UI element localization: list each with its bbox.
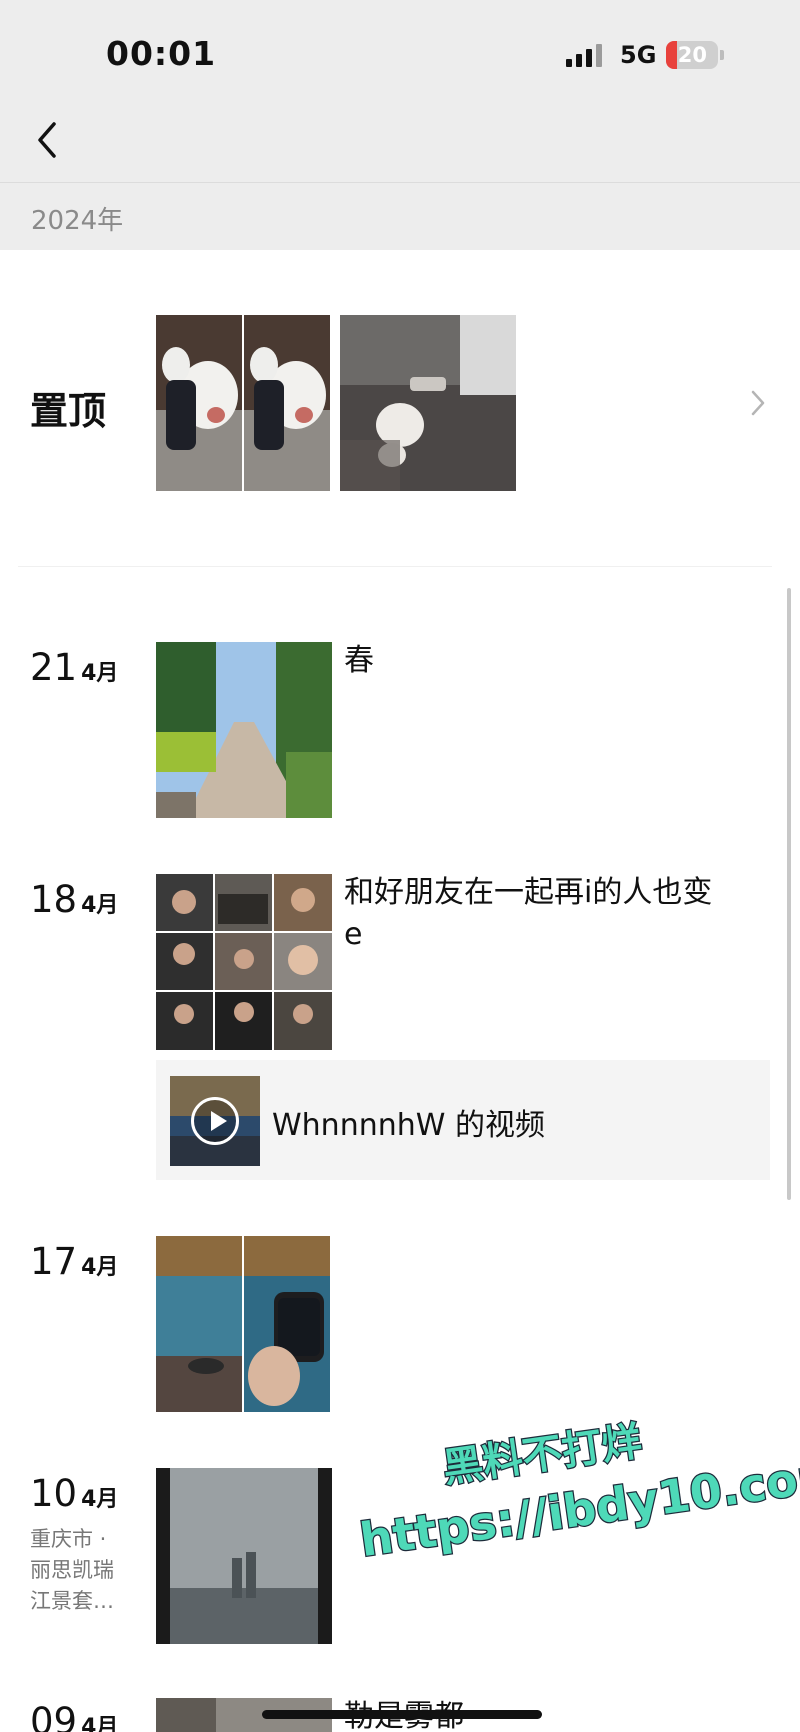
post-date: 21 4月 bbox=[30, 646, 119, 689]
pinned-photo-3[interactable] bbox=[340, 315, 516, 491]
pinned-more-button[interactable] bbox=[748, 388, 768, 422]
post-caption: 和好朋友在一起再i的人也变 e bbox=[344, 875, 713, 952]
video-thumbnail bbox=[170, 1076, 260, 1166]
post-date: 18 4月 bbox=[30, 878, 119, 921]
back-button[interactable] bbox=[20, 112, 76, 168]
post-date: 09 4月 bbox=[30, 1700, 119, 1732]
network-type: 5G bbox=[620, 41, 657, 69]
pinned-label: 置顶 bbox=[30, 389, 107, 433]
video-share-title: WhnnnnhW 的视频 bbox=[272, 1108, 545, 1143]
status-time: 00:01 bbox=[106, 34, 217, 73]
header-divider bbox=[0, 182, 800, 183]
post-caption: 春 bbox=[344, 643, 374, 678]
signal-icon bbox=[566, 43, 602, 67]
top-header: 00:01 5G 20 2024年 bbox=[0, 0, 800, 250]
watermark-line-2: https://ibdy10.com bbox=[357, 1446, 800, 1568]
battery-tip bbox=[720, 50, 725, 60]
post-date: 10 4月 bbox=[30, 1472, 119, 1515]
play-icon bbox=[191, 1097, 239, 1145]
home-indicator[interactable] bbox=[262, 1710, 542, 1719]
post-date: 17 4月 bbox=[30, 1240, 119, 1283]
post-photo[interactable] bbox=[156, 1236, 242, 1412]
post-photo[interactable] bbox=[244, 1236, 330, 1412]
pinned-photo-2[interactable] bbox=[244, 315, 330, 491]
post-photo-grid[interactable] bbox=[156, 874, 332, 1050]
watermark-line-1: 黑料不打烊 bbox=[440, 1419, 644, 1492]
watermark: 黑料不打烊 https://ibdy10.com bbox=[355, 1417, 800, 1568]
chevron-left-icon bbox=[38, 122, 56, 158]
pinned-photo-1[interactable] bbox=[156, 315, 242, 491]
post-location: 重庆市 · 丽思凯瑞江景套… bbox=[30, 1527, 114, 1613]
video-share-card[interactable]: WhnnnnhW 的视频 bbox=[156, 1060, 770, 1180]
post-photo[interactable] bbox=[156, 1468, 332, 1644]
section-divider bbox=[18, 566, 772, 567]
battery-icon: 20 bbox=[666, 41, 719, 69]
scrollbar[interactable] bbox=[787, 588, 791, 1200]
year-label: 2024年 bbox=[31, 206, 124, 236]
status-indicators: 5G 20 bbox=[566, 38, 725, 72]
chevron-right-icon bbox=[751, 390, 765, 416]
battery-level: 20 bbox=[677, 43, 708, 67]
moments-album-page: 00:01 5G 20 2024年 置顶 21 4月 春 18 4月 和好朋友在… bbox=[0, 0, 800, 1732]
post-photo[interactable] bbox=[156, 642, 332, 818]
